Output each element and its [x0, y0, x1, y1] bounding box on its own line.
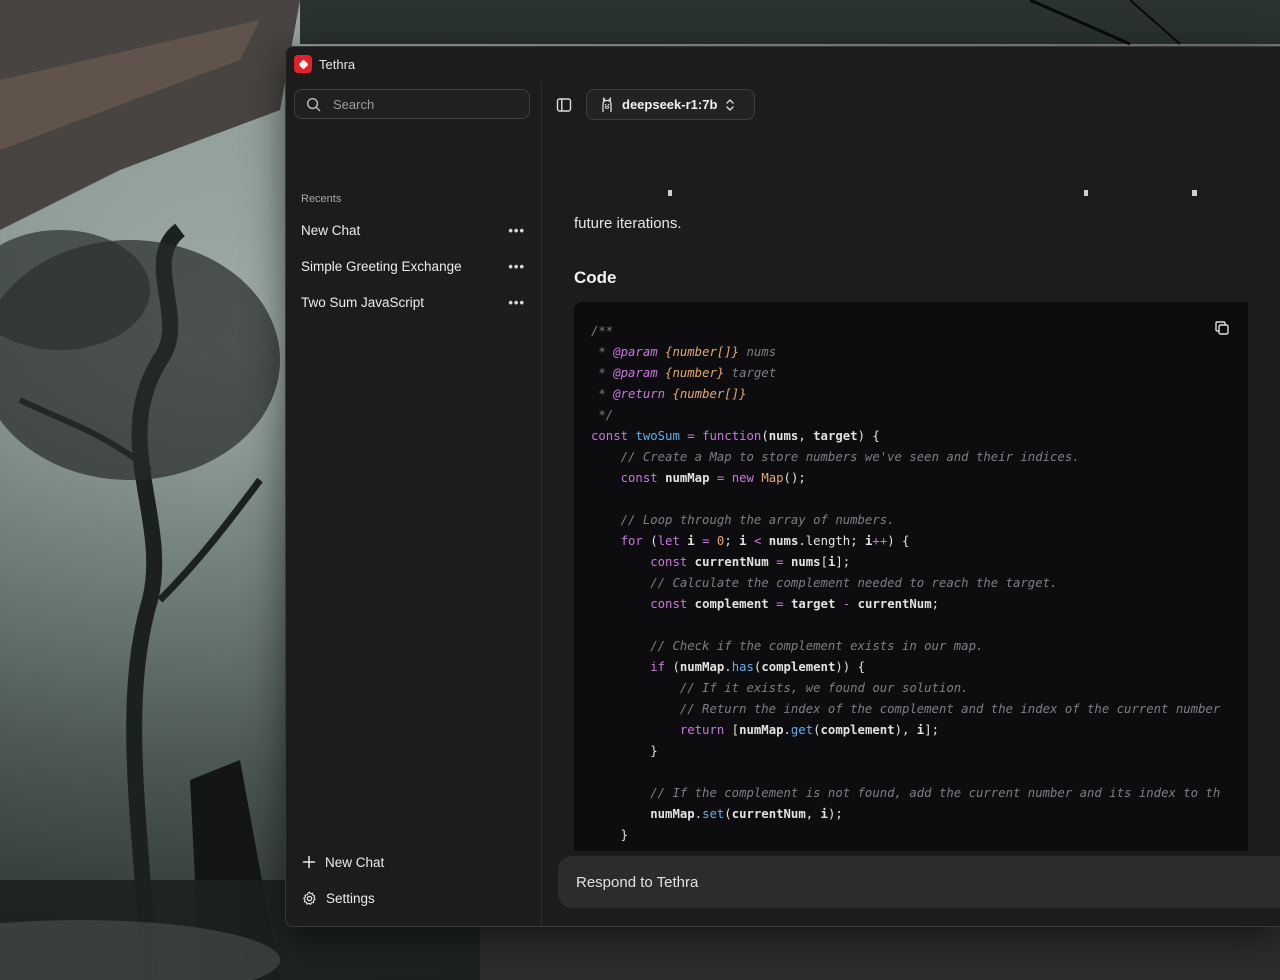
recent-chat-label: New Chat: [301, 222, 361, 238]
plus-icon: [302, 855, 316, 869]
main-panel: deepseek-r1:7b future iterations. Code /…: [542, 81, 1280, 926]
message-composer[interactable]: [558, 856, 1280, 908]
model-name: deepseek-r1:7b: [622, 97, 718, 112]
search-box[interactable]: [294, 89, 530, 119]
truncated-text-line: [574, 187, 1254, 197]
more-dots-icon[interactable]: •••: [508, 259, 525, 274]
new-chat-button[interactable]: New Chat: [286, 844, 541, 880]
recent-chat-label: Simple Greeting Exchange: [301, 258, 462, 274]
settings-label: Settings: [326, 890, 375, 906]
sidebar: Recents New Chat ••• Simple Greeting Exc…: [286, 81, 542, 926]
recent-chat-item[interactable]: Two Sum JavaScript •••: [286, 284, 541, 320]
more-dots-icon[interactable]: •••: [508, 223, 525, 238]
sidebar-footer: New Chat Settings: [286, 844, 541, 916]
model-selector[interactable]: deepseek-r1:7b: [586, 89, 755, 120]
recents-heading: Recents: [301, 193, 342, 205]
code-content: /** * @param {number[]} nums * @param {n…: [591, 324, 1221, 842]
title-bar: Tethra: [286, 47, 1280, 81]
new-chat-label: New Chat: [325, 854, 385, 870]
ollama-llama-icon: [602, 96, 612, 112]
tethra-logo-icon: [294, 55, 312, 73]
assistant-message-text: future iterations.: [574, 215, 682, 232]
app-title: Tethra: [319, 56, 356, 72]
chevron-up-down-icon: [726, 98, 735, 111]
more-dots-icon[interactable]: •••: [508, 295, 525, 310]
recent-chat-item[interactable]: Simple Greeting Exchange •••: [286, 248, 541, 284]
search-icon: [306, 97, 321, 111]
recent-chat-list: New Chat ••• Simple Greeting Exchange ••…: [286, 212, 541, 320]
section-heading: Code: [574, 268, 617, 287]
code-block: /** * @param {number[]} nums * @param {n…: [574, 302, 1248, 851]
recent-chat-item[interactable]: New Chat •••: [286, 212, 541, 248]
settings-button[interactable]: Settings: [286, 880, 541, 916]
recent-chat-label: Two Sum JavaScript: [301, 294, 425, 310]
message-input[interactable]: [574, 872, 1178, 892]
gear-icon: [303, 891, 316, 905]
app-window: Tethra Recents New Chat ••• Simple Greet…: [285, 46, 1280, 927]
search-input[interactable]: [331, 95, 515, 113]
chat-messages: future iterations. Code /** * @param {nu…: [542, 129, 1280, 851]
sidebar-toggle-icon[interactable]: [556, 97, 572, 113]
